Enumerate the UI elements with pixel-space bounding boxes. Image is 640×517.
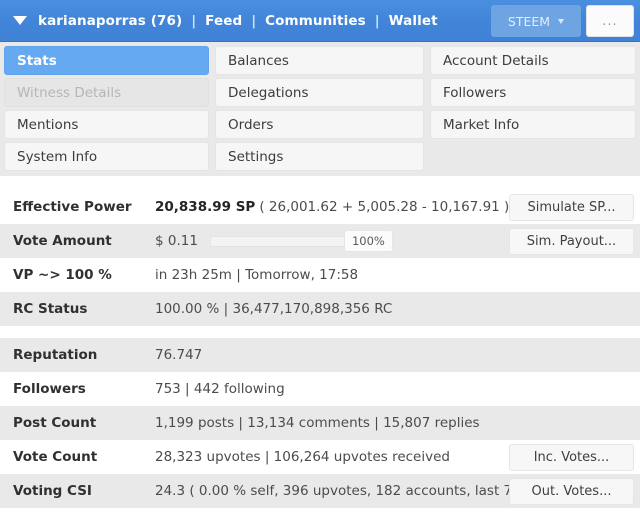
tabs-content-gap xyxy=(0,176,640,190)
caret-down-icon xyxy=(13,16,27,25)
table-row: Voting CSI 24.3 ( 0.00 % self, 396 upvot… xyxy=(0,474,640,508)
tab-stats[interactable]: Stats xyxy=(4,46,209,75)
chevron-down-icon xyxy=(558,18,565,24)
row-value-rc-status: 100.00 % | 36,477,170,898,356 RC xyxy=(155,301,393,317)
row-value-vp-recharge: in 23h 25m | Tomorrow, 17:58 xyxy=(155,267,359,283)
stats-section-divider xyxy=(0,326,640,338)
app-header: karianaporras (76) | Feed | Communities … xyxy=(0,0,640,42)
effective-power-amount: 20,838.99 SP xyxy=(155,199,256,215)
header-right-controls: STEEM ... xyxy=(491,0,640,42)
account-menu-toggle[interactable] xyxy=(10,11,30,31)
table-row: Post Count 1,199 posts | 13,134 comments… xyxy=(0,406,640,440)
effective-power-breakdown: ( 26,001.62 + 5,005.28 - 10,167.91 ) xyxy=(259,199,510,215)
simulate-sp-button[interactable]: Simulate SP... xyxy=(509,193,634,221)
tab-mentions[interactable]: Mentions xyxy=(4,110,209,139)
nav-separator-3: | xyxy=(374,12,380,29)
header-nav: karianaporras (76) | Feed | Communities … xyxy=(38,13,438,29)
row-label-voting-csi: Voting CSI xyxy=(13,483,92,499)
row-value-followers: 753 | 442 following xyxy=(155,381,285,397)
vote-amount-value: $ 0.11 xyxy=(155,233,198,249)
app-window: karianaporras (76) | Feed | Communities … xyxy=(0,0,640,517)
table-row: VP ~> 100 % in 23h 25m | Tomorrow, 17:58 xyxy=(0,258,640,292)
row-label-vp-recharge: VP ~> 100 % xyxy=(13,267,112,283)
tab-witness-details: Witness Details xyxy=(4,78,209,107)
chain-select-label: STEEM xyxy=(507,13,551,29)
chain-select[interactable]: STEEM xyxy=(491,5,581,37)
nav-item-feed[interactable]: Feed xyxy=(205,13,242,29)
incoming-votes-button[interactable]: Inc. Votes... xyxy=(509,443,634,471)
nav-separator-1: | xyxy=(191,12,197,29)
vote-weight-slider-track[interactable] xyxy=(209,235,362,247)
tab-row: System Info Settings xyxy=(4,142,636,171)
tab-market-info[interactable]: Market Info xyxy=(430,110,636,139)
row-label-vote-amount: Vote Amount xyxy=(13,233,112,249)
row-label-effective-power: Effective Power xyxy=(13,199,132,215)
row-label-vote-count: Vote Count xyxy=(13,449,98,465)
row-label-rc-status: RC Status xyxy=(13,301,88,317)
tab-followers[interactable]: Followers xyxy=(430,78,636,107)
table-row: Effective Power 20,838.99 SP ( 26,001.62… xyxy=(0,190,640,224)
reputation-value: 76.747 xyxy=(155,347,203,363)
table-row: Followers 753 | 442 following xyxy=(0,372,640,406)
row-label-reputation: Reputation xyxy=(13,347,98,363)
row-label-followers: Followers xyxy=(13,381,86,397)
tab-balances[interactable]: Balances xyxy=(215,46,424,75)
sim-payout-button[interactable]: Sim. Payout... xyxy=(509,227,634,255)
tab-row: Stats Balances Account Details xyxy=(4,46,636,75)
vote-weight-slider[interactable]: 100% xyxy=(209,230,393,252)
table-row: RC Status 100.00 % | 36,477,170,898,356 … xyxy=(0,292,640,326)
nav-item-wallet[interactable]: Wallet xyxy=(389,13,438,29)
table-row: Vote Count 28,323 upvotes | 106,264 upvo… xyxy=(0,440,640,474)
row-label-post-count: Post Count xyxy=(13,415,97,431)
more-options-button[interactable]: ... xyxy=(586,5,634,37)
tab-bar: Stats Balances Account Details Witness D… xyxy=(0,42,640,176)
tab-settings[interactable]: Settings xyxy=(215,142,424,171)
tab-orders[interactable]: Orders xyxy=(215,110,424,139)
row-value-post-count: 1,199 posts | 13,134 comments | 15,807 r… xyxy=(155,415,480,431)
tab-row: Witness Details Delegations Followers xyxy=(4,78,636,107)
table-row: Vote Amount $ 0.11 100% Sim. Payout... xyxy=(0,224,640,258)
table-row: Reputation 76.747 xyxy=(0,338,640,372)
vote-weight-slider-value: 100% xyxy=(343,230,393,252)
tab-row: Mentions Orders Market Info xyxy=(4,110,636,139)
row-value-reputation: 76.747 xyxy=(155,347,640,363)
nav-username[interactable]: karianaporras (76) xyxy=(38,13,182,29)
tab-system-info[interactable]: System Info xyxy=(4,142,209,171)
nav-item-communities[interactable]: Communities xyxy=(265,13,366,29)
outgoing-votes-button[interactable]: Out. Votes... xyxy=(509,477,634,505)
stats-table: Effective Power 20,838.99 SP ( 26,001.62… xyxy=(0,190,640,517)
nav-separator-2: | xyxy=(251,12,257,29)
tab-delegations[interactable]: Delegations xyxy=(215,78,424,107)
tab-account-details[interactable]: Account Details xyxy=(430,46,636,75)
tab-placeholder xyxy=(430,142,636,171)
